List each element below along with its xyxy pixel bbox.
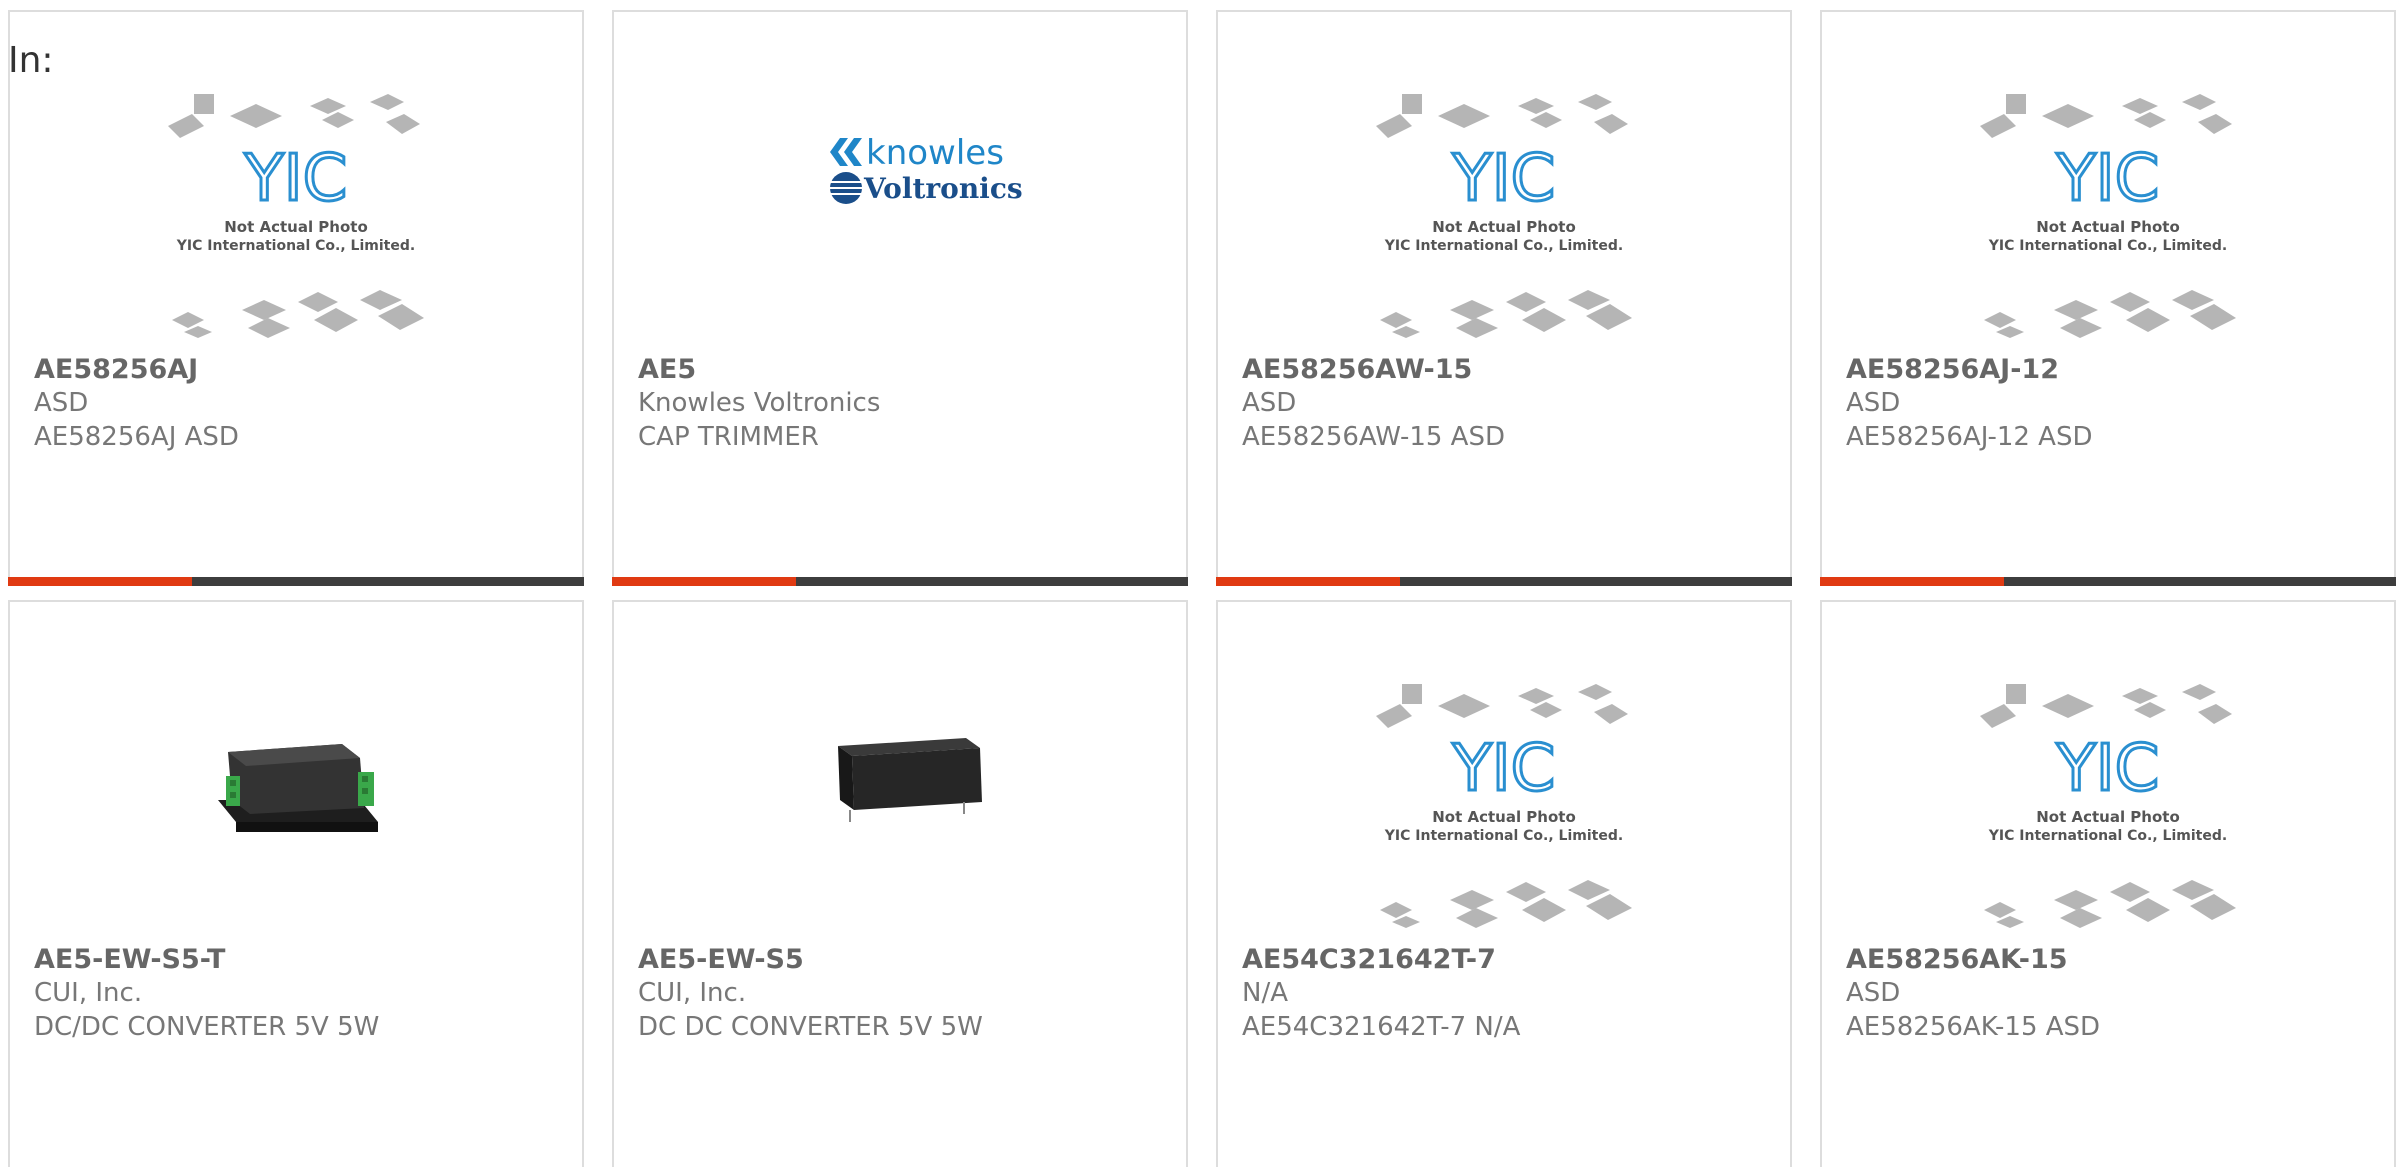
product-photo[interactable]	[164, 682, 428, 940]
card-bottom-bar	[8, 577, 584, 586]
yic-logo-text: YIC	[2056, 142, 2160, 216]
manufacturer: CUI, Inc.	[34, 978, 143, 1008]
product-photo-placeholder[interactable]: YIC Not Actual Photo YIC International C…	[1372, 682, 1636, 940]
manufacturer: Knowles Voltronics	[638, 388, 881, 418]
placeholder-line1: Not Actual Photo	[224, 218, 368, 236]
product-card[interactable]: YIC Not Actual Photo YIC International C…	[1820, 10, 2396, 586]
product-card[interactable]: YIC Not Actual Photo YIC International C…	[1820, 600, 2396, 1167]
product-card[interactable]: AE5-EW-S5-T CUI, Inc. DC/DC CONVERTER 5V…	[8, 600, 584, 1167]
part-number[interactable]: AE54C321642T-7	[1242, 944, 1496, 975]
part-number[interactable]: AE58256AJ	[34, 354, 198, 385]
part-number[interactable]: AE5	[638, 354, 696, 385]
product-photo-placeholder[interactable]: YIC Not Actual Photo YIC International C…	[1976, 92, 2240, 350]
part-number[interactable]: AE5-EW-S5-T	[34, 944, 225, 975]
product-card[interactable]: YIC Not Actual Photo YIC International C…	[1216, 600, 1792, 1167]
product-grid: YIC Not Actual Photo YIC International C…	[0, 0, 2400, 1167]
yic-placeholder-image: YIC Not Actual Photo YIC International C…	[1376, 684, 1632, 928]
part-number[interactable]: AE58256AW-15	[1242, 354, 1472, 385]
description: DC DC CONVERTER 5V 5W	[638, 1012, 983, 1042]
placeholder-line2: YIC International Co., Limited.	[1988, 828, 2227, 844]
card-bottom-bar	[1216, 577, 1792, 586]
part-number[interactable]: AE58256AK-15	[1846, 944, 2068, 975]
part-number[interactable]: AE5-EW-S5	[638, 944, 804, 975]
placeholder-line2: YIC International Co., Limited.	[1384, 238, 1623, 254]
description: DC/DC CONVERTER 5V 5W	[34, 1012, 380, 1042]
card-bottom-bar	[1820, 577, 2396, 586]
manufacturer: ASD	[1846, 388, 1901, 418]
converter-module-black-image	[838, 738, 982, 822]
card-accent-bar	[612, 577, 796, 586]
card-bottom-bar	[612, 577, 1188, 586]
product-photo-logo[interactable]: knowles Voltronics	[768, 92, 1032, 350]
converter-module-terminal-image	[218, 744, 378, 832]
filter-in-label: In:	[8, 40, 54, 81]
description: AE58256AK-15 ASD	[1846, 1012, 2101, 1042]
product-photo[interactable]	[768, 682, 1032, 940]
manufacturer: CUI, Inc.	[638, 978, 747, 1008]
product-card[interactable]: knowles Voltronics AE5 Knowles Voltronic…	[612, 10, 1188, 586]
manufacturer: N/A	[1242, 978, 1288, 1008]
yic-placeholder-image: YIC Not Actual Photo YIC International C…	[1980, 684, 2236, 928]
placeholder-line2: YIC International Co., Limited.	[1384, 828, 1623, 844]
placeholder-line1: Not Actual Photo	[1432, 218, 1576, 236]
card-accent-bar	[8, 577, 192, 586]
yic-placeholder-image: YIC Not Actual Photo YIC International C…	[1980, 94, 2236, 338]
card-accent-bar	[1820, 577, 2004, 586]
description: AE58256AW-15 ASD	[1242, 422, 1505, 452]
yic-placeholder-image: YIC Not Actual Photo YIC International C…	[168, 94, 424, 338]
description: AE58256AJ-12 ASD	[1846, 422, 2093, 452]
product-card[interactable]: YIC Not Actual Photo YIC International C…	[1216, 10, 1792, 586]
placeholder-line1: Not Actual Photo	[2036, 218, 2180, 236]
yic-logo-text: YIC	[1452, 142, 1556, 216]
placeholder-line2: YIC International Co., Limited.	[1988, 238, 2227, 254]
card-accent-bar	[1216, 577, 1400, 586]
product-grid-page: YIC Not Actual Photo YIC International C…	[0, 0, 2400, 1167]
yic-logo-text: YIC	[1452, 732, 1556, 806]
yic-placeholder-image: YIC Not Actual Photo YIC International C…	[1376, 94, 1632, 338]
product-card[interactable]: YIC Not Actual Photo YIC International C…	[8, 10, 584, 586]
product-photo-placeholder[interactable]: YIC Not Actual Photo YIC International C…	[1372, 92, 1636, 350]
manufacturer: ASD	[1846, 978, 1901, 1008]
voltronics-logo-text: Voltronics	[863, 172, 1023, 205]
placeholder-line1: Not Actual Photo	[1432, 808, 1576, 826]
manufacturer: ASD	[1242, 388, 1297, 418]
placeholder-line2: YIC International Co., Limited.	[176, 238, 415, 254]
knowles-logo-text: knowles	[866, 133, 1004, 173]
part-number[interactable]: AE58256AJ-12	[1846, 354, 2059, 385]
product-photo-placeholder[interactable]: YIC Not Actual Photo YIC International C…	[164, 92, 428, 350]
placeholder-line1: Not Actual Photo	[2036, 808, 2180, 826]
product-photo-placeholder[interactable]: YIC Not Actual Photo YIC International C…	[1976, 682, 2240, 940]
description: CAP TRIMMER	[638, 422, 819, 452]
knowles-voltronics-logo: knowles Voltronics	[830, 133, 1023, 205]
description: AE54C321642T-7 N/A	[1242, 1012, 1521, 1042]
yic-logo-text: YIC	[244, 142, 348, 216]
product-card[interactable]: AE5-EW-S5 CUI, Inc. DC DC CONVERTER 5V 5…	[612, 600, 1188, 1167]
yic-logo-text: YIC	[2056, 732, 2160, 806]
description: AE58256AJ ASD	[34, 422, 239, 452]
manufacturer: ASD	[34, 388, 89, 418]
